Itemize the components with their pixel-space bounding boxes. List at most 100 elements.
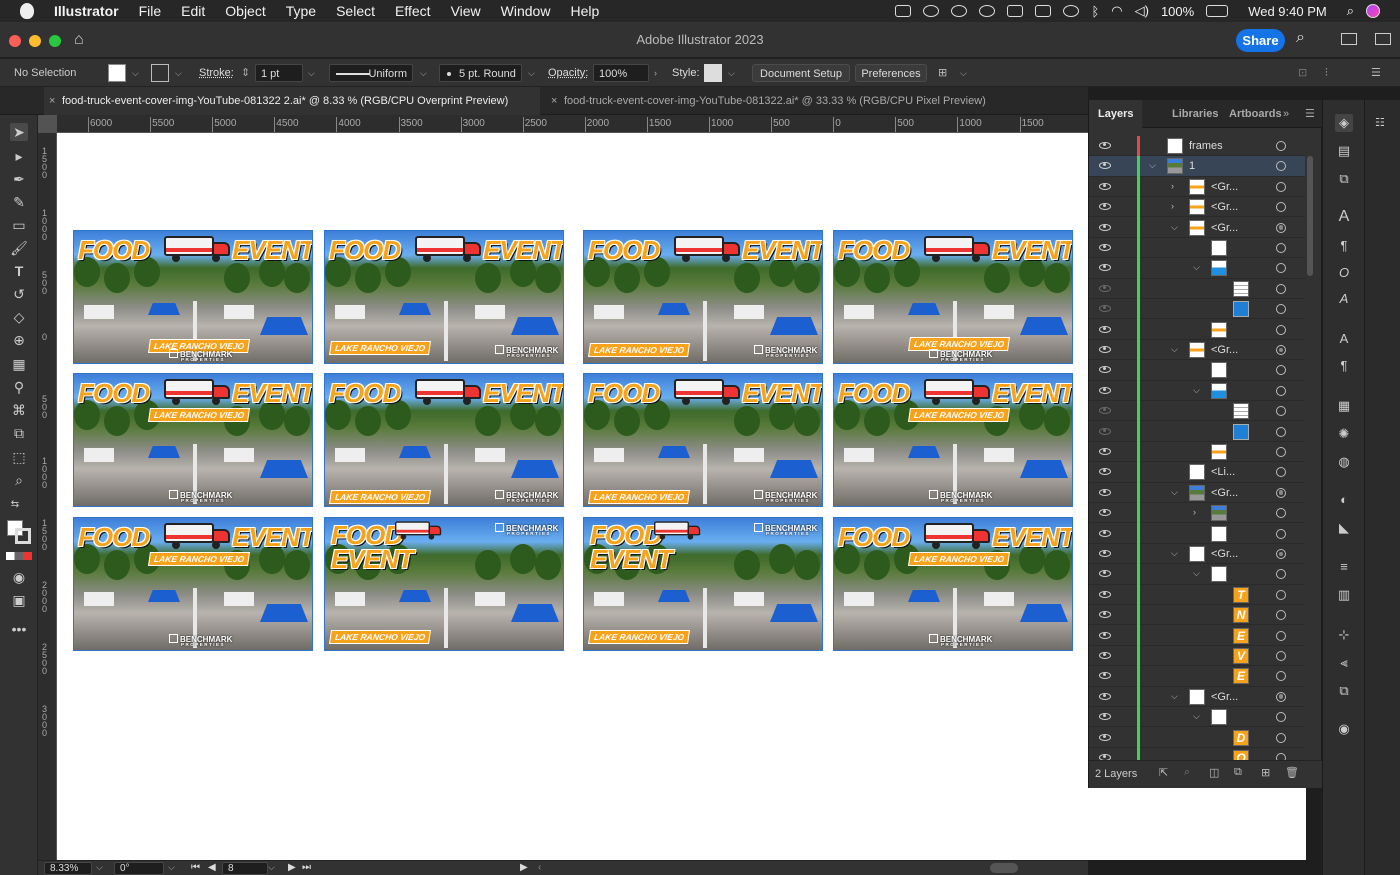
visibility-eye-icon[interactable] (1099, 182, 1111, 190)
layer-name[interactable]: <Li... (1211, 466, 1235, 478)
chevron-right-icon[interactable]: › (654, 64, 657, 82)
tab-artboards[interactable]: Artboards (1229, 100, 1282, 128)
menu-window[interactable]: Window (491, 0, 561, 22)
visibility-eye-icon[interactable] (1099, 590, 1111, 598)
color-icon[interactable]: ◐ (1335, 491, 1353, 509)
visibility-eye-icon[interactable] (1099, 346, 1111, 353)
chevron-down-icon[interactable]: ⌵ (528, 64, 535, 82)
visibility-eye-icon[interactable] (1099, 529, 1111, 537)
trash-icon[interactable]: 🗑 (1285, 766, 1299, 779)
artboard-thumbnail[interactable]: FOOD EVENT LAKE RANCHO VIEJO BENCHMARK PROPE… (583, 230, 823, 364)
panel-toggle-icon[interactable] (1375, 33, 1391, 45)
layer-name[interactable]: frames (1189, 140, 1223, 152)
chevron-down-icon[interactable]: ⌵ (728, 64, 735, 82)
stroke-stepper-icon[interactable]: ⇕ (241, 64, 250, 82)
target-circle-icon[interactable] (1276, 467, 1286, 478)
visibility-eye-icon[interactable] (1099, 305, 1111, 313)
chevron-down-icon[interactable]: ⌵ (96, 862, 103, 873)
bluetooth-icon[interactable]: ᛒ (1091, 4, 1099, 19)
chevron-down-icon[interactable]: ⌵ (1171, 691, 1178, 702)
target-circle-icon[interactable] (1276, 283, 1286, 294)
menu-select[interactable]: Select (326, 0, 385, 22)
target-circle-icon[interactable] (1276, 426, 1286, 437)
menu-view[interactable]: View (441, 0, 491, 22)
layer-row[interactable]: E (1089, 666, 1305, 688)
visibility-eye-icon[interactable] (1099, 448, 1111, 455)
artboard-tool-icon[interactable]: ⬚ (10, 448, 28, 466)
brushes-icon[interactable]: ✺ (1335, 425, 1353, 443)
visibility-eye-icon[interactable] (1099, 488, 1111, 496)
chevron-down-icon[interactable]: ⌵ (1171, 344, 1178, 355)
chevron-down-icon[interactable]: ⌵ (168, 862, 175, 873)
layer-name[interactable]: <Gr... (1211, 691, 1238, 703)
layers-scrollbar-thumb[interactable] (1307, 156, 1313, 276)
visibility-eye-icon[interactable] (1099, 264, 1111, 272)
menu-help[interactable]: Help (560, 0, 609, 22)
visibility-eye-icon[interactable] (1099, 386, 1111, 394)
scroll-left-icon[interactable]: ‹ (538, 862, 541, 873)
layer-name[interactable]: <Gr... (1211, 181, 1238, 193)
visibility-eye-icon[interactable] (1099, 162, 1111, 170)
chevron-down-icon[interactable]: ⌵ (1193, 262, 1200, 273)
artboard-thumbnail[interactable]: FOOD EVENT LAKE RANCHO VIEJO BENCHMARK PROPE… (73, 230, 313, 364)
artboard-number-field[interactable]: 8 (222, 862, 268, 875)
layer-name[interactable]: <Gr... (1211, 487, 1238, 499)
layer-row[interactable] (1089, 299, 1305, 321)
search-icon[interactable]: ⌕ (1296, 29, 1305, 47)
variable-width-profile[interactable]: Uniform (329, 64, 413, 82)
chevron-down-icon[interactable]: ⌵ (1193, 568, 1200, 579)
swap-fill-stroke-icon[interactable]: ⇆ (6, 496, 24, 514)
status-menu-icon[interactable]: ▶ (520, 862, 528, 873)
rotate-view-field[interactable]: 0° (114, 862, 164, 875)
layer-row[interactable]: E (1089, 625, 1305, 647)
menu-file[interactable]: File (129, 0, 172, 22)
symbols-icon[interactable]: ◍ (1335, 453, 1353, 471)
paragraph-icon[interactable]: ¶ (1335, 237, 1353, 255)
target-circle-icon[interactable] (1276, 610, 1286, 621)
next-artboard-icon[interactable]: ▶ (288, 862, 296, 873)
type-tool-icon[interactable]: T (10, 262, 28, 280)
share-button[interactable]: Share (1236, 29, 1285, 52)
swatches-icon[interactable]: ▦ (1335, 397, 1353, 415)
curvature-tool-icon[interactable]: ✎ (10, 193, 28, 211)
visibility-eye-icon[interactable] (1099, 733, 1111, 741)
visibility-eye-icon[interactable] (1099, 284, 1111, 292)
visibility-eye-icon[interactable] (1099, 468, 1111, 476)
previous-artboard-icon[interactable]: ◀ (208, 862, 216, 873)
tab-document-2[interactable]: × food-truck-event-cover-img-YouTube-0813… (546, 87, 1016, 115)
character-icon[interactable]: A (1335, 208, 1353, 226)
layer-row[interactable] (1089, 360, 1305, 382)
menu-lines-icon[interactable]: ☰ (1371, 64, 1381, 82)
chevron-down-icon[interactable]: ⌵ (1171, 548, 1178, 559)
visibility-eye-icon[interactable] (1099, 203, 1111, 211)
libraries-icon[interactable]: ▤ (1335, 142, 1353, 160)
artboard-thumbnail[interactable]: FOOD EVENT LAKE RANCHO VIEJO BENCHMARK PROPE… (324, 517, 564, 651)
collapse-panel-icon[interactable]: » (1283, 100, 1289, 128)
zoom-level-field[interactable]: 8.33% (44, 862, 92, 875)
target-circle-icon[interactable] (1276, 243, 1286, 253)
stroke-color-box[interactable] (15, 528, 31, 544)
layer-row[interactable] (1089, 442, 1305, 463)
opentype-icon[interactable]: O (1335, 264, 1353, 282)
target-circle-icon[interactable] (1276, 630, 1286, 641)
paragraph-styles-icon[interactable]: ¶ (1335, 357, 1353, 375)
visibility-eye-icon[interactable] (1099, 142, 1111, 149)
direct-selection-tool-icon[interactable]: ▸ (10, 147, 28, 165)
target-circle-icon[interactable] (1276, 365, 1286, 376)
target-circle-icon[interactable] (1276, 589, 1286, 600)
pathfinder-icon[interactable]: ⧉ (1335, 682, 1353, 700)
layer-name[interactable]: 1 (1189, 160, 1195, 172)
chevron-right-icon[interactable]: › (1193, 507, 1196, 517)
layer-row[interactable]: ⌵ <Gr... (1089, 217, 1305, 239)
layer-row[interactable] (1089, 238, 1305, 259)
color-guide-icon[interactable]: ◣ (1335, 519, 1353, 537)
visibility-eye-icon[interactable] (1099, 407, 1111, 415)
target-circle-icon[interactable] (1276, 732, 1286, 743)
layer-row[interactable]: ⌵ <Gr... (1089, 482, 1305, 504)
layer-row[interactable] (1089, 319, 1305, 341)
stroke-label[interactable]: Stroke: (199, 64, 234, 82)
arrange-documents-icon[interactable] (1341, 33, 1357, 45)
layer-row[interactable]: ⌵ (1089, 707, 1305, 729)
shape-builder-tool-icon[interactable]: ⊕ (10, 331, 28, 349)
layer-row[interactable]: ⌵ <Gr... (1089, 340, 1305, 361)
